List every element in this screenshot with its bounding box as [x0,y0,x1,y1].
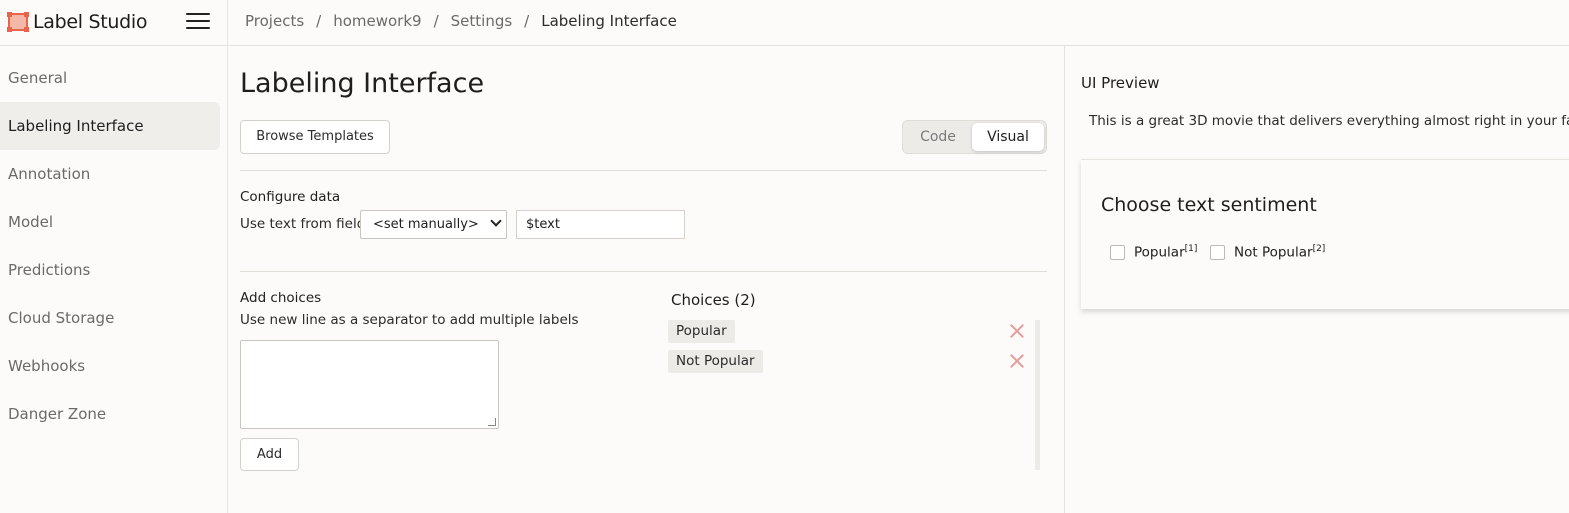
sidebar-item-model[interactable]: Model [0,198,220,246]
configure-data-heading: Configure data [240,189,341,205]
add-choices-button[interactable]: Add [240,438,299,471]
ui-preview-panel: UI Preview This is a great 3D movie that… [1064,46,1569,513]
breadcrumb-current: Labeling Interface [541,12,677,30]
app-name: Label Studio [33,11,148,33]
visual-tab[interactable]: Visual [972,123,1044,151]
logo-area: Label Studio [0,0,228,46]
settings-sidebar: General Labeling Interface Annotation Mo… [0,46,228,513]
logo-icon [7,12,29,32]
preview-card: Choose text sentiment Popular[1] Not Pop… [1081,159,1569,309]
top-bar: Label Studio Projects / homework9/Settings… [0,0,1569,46]
choices-question: Choose text sentiment [1101,194,1317,216]
choices-textarea[interactable] [240,340,499,429]
field-label: Use text from field [240,216,366,232]
hotkey-hint: [2] [1312,244,1326,254]
option-label: Not Popular [1234,244,1313,261]
choices-list: Popular Not Popular [666,320,1040,470]
code-tab[interactable]: Code [907,123,969,151]
field-select-value: <set manually> [373,217,479,232]
resize-handle[interactable] [488,418,496,426]
preview-text: This is a great 3D movie that delivers e… [1089,113,1569,129]
sidebar-item-webhooks[interactable]: Webhooks [0,342,220,390]
sidebar-item-general[interactable]: General [0,54,220,102]
hotkey-hint: [1] [1184,244,1198,254]
field-select[interactable]: <set manually> [360,210,507,239]
preview-title: UI Preview [1081,74,1160,92]
page-title: Labeling Interface [240,68,485,99]
sidebar-item-danger-zone[interactable]: Danger Zone [0,390,220,438]
breadcrumb-project[interactable]: homework9 [333,12,421,30]
option-label: Popular [1134,244,1185,261]
checkbox[interactable] [1110,245,1125,260]
close-icon[interactable] [1008,322,1026,340]
chevron-down-icon [490,215,502,227]
sidebar-item-annotation[interactable]: Annotation [0,150,220,198]
choices-title: Choices (2) [671,291,756,309]
choice-chip: Not Popular [668,350,763,373]
add-choices-heading: Add choices [240,290,322,306]
checkbox[interactable] [1210,245,1225,260]
view-toggle: Code Visual [902,120,1047,154]
close-icon[interactable] [1008,352,1026,370]
divider [240,271,1047,272]
main-content: Labeling Interface Browse Templates Code… [228,46,1064,513]
choice-chip: Popular [668,320,735,343]
sidebar-item-cloud-storage[interactable]: Cloud Storage [0,294,220,342]
field-value-input[interactable]: $text [516,210,685,239]
menu-icon[interactable] [186,13,210,33]
divider [240,170,1047,171]
breadcrumb: Projects / homework9/Settings / Labeling Int… [245,12,677,30]
breadcrumb-projects[interactable]: Projects [245,12,304,30]
breadcrumb-settings[interactable]: Settings [451,12,513,30]
add-choices-hint: Use new line as a separator to add multi… [240,312,579,328]
browse-templates-button[interactable]: Browse Templates [240,120,390,154]
sidebar-item-predictions[interactable]: Predictions [0,246,220,294]
sidebar-item-labeling-interface[interactable]: Labeling Interface [0,102,220,150]
